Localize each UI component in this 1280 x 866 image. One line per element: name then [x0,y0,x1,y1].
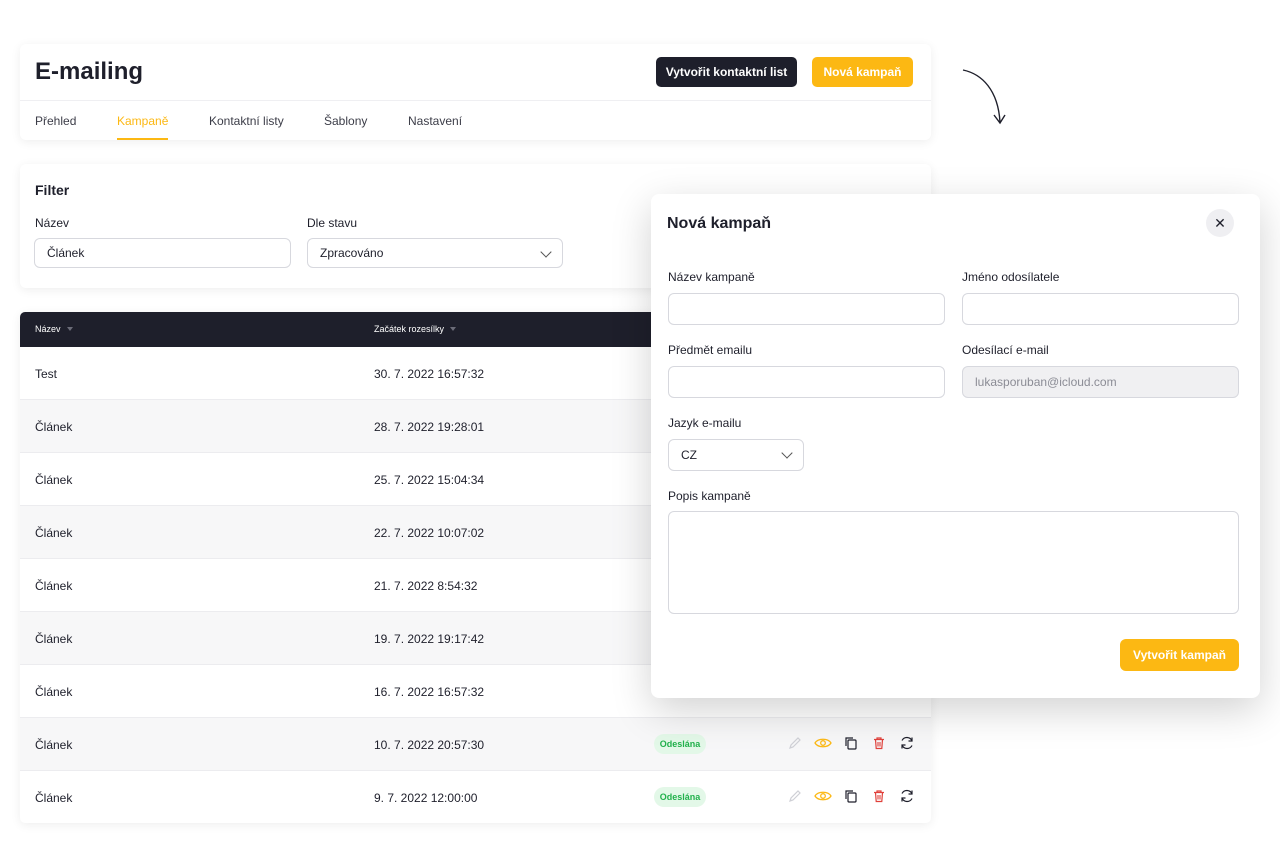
language-value: CZ [681,448,697,462]
tab-campaigns[interactable]: Kampaně [117,114,168,128]
cell-start: 10. 7. 2022 20:57:30 [374,738,485,752]
cell-name: Článek [35,526,73,540]
column-header-name[interactable]: Název [35,324,73,334]
language-select[interactable]: CZ [668,439,804,471]
cell-start: 28. 7. 2022 19:28:01 [374,420,485,434]
chevron-down-icon [540,246,552,258]
refresh-icon[interactable] [898,734,916,752]
eye-icon[interactable] [814,787,832,805]
filter-status-value: Zpracováno [320,246,384,260]
cell-start: 25. 7. 2022 15:04:34 [374,473,485,487]
active-tab-indicator [117,138,168,140]
status-badge: Odeslána [654,787,706,807]
cell-name: Článek [35,738,73,752]
cell-start: 30. 7. 2022 16:57:32 [374,367,485,381]
sender-name-input[interactable] [962,293,1239,325]
header-card: E-mailing Vytvořit kontaktní list Nová k… [20,44,931,140]
table-row[interactable]: Článek 10. 7. 2022 20:57:30 Odeslána [20,718,931,771]
subject-input[interactable] [668,366,945,398]
sender-email-input: lukasporuban@icloud.com [962,366,1239,398]
status-badge: Odeslána [654,734,706,754]
cell-name: Článek [35,791,73,805]
create-campaign-button[interactable]: Vytvořit kampaň [1120,639,1239,671]
pencil-icon[interactable] [786,787,804,805]
campaign-name-label: Název kampaně [668,270,755,284]
sender-name-label: Jméno odosílatele [962,270,1060,284]
cell-name: Test [35,367,58,381]
filter-status-label: Dle stavu [307,216,358,230]
new-campaign-modal: Nová kampaň ✕ Název kampaně Jméno odosíl… [651,194,1260,698]
subject-label: Předmět emailu [668,343,753,357]
cell-name: Článek [35,632,73,646]
column-header-start[interactable]: Začátek rozesílky [374,324,457,334]
chevron-down-icon [781,447,793,459]
page-title: E-mailing [35,58,144,85]
filter-name-input[interactable]: Článek [34,238,291,268]
cell-name: Článek [35,473,73,487]
tab-templates[interactable]: Šablony [324,114,367,128]
cell-name: Článek [35,579,73,593]
copy-icon[interactable] [842,787,860,805]
modal-title: Nová kampaň [667,215,772,232]
column-header-start-label: Začátek rozesílky [374,324,445,334]
trash-icon[interactable] [870,734,888,752]
description-textarea[interactable] [668,511,1239,614]
filter-title: Filter [35,182,70,198]
cell-name: Článek [35,685,73,699]
sort-icon [450,327,457,331]
description-label: Popis kampaně [668,489,751,503]
column-header-name-label: Název [35,324,61,334]
refresh-icon[interactable] [898,787,916,805]
pencil-icon[interactable] [786,734,804,752]
tab-settings[interactable]: Nastavení [408,114,462,128]
curved-arrow-icon [962,69,1006,125]
sender-email-label: Odesílací e-mail [962,343,1049,357]
sort-icon [66,327,73,331]
cell-start: 16. 7. 2022 16:57:32 [374,685,485,699]
filter-status-select[interactable]: Zpracováno [307,238,563,268]
tab-contact-lists[interactable]: Kontaktní listy [209,114,284,128]
table-row[interactable]: Článek 9. 7. 2022 12:00:00 Odeslána [20,771,931,823]
cell-start: 21. 7. 2022 8:54:32 [374,579,478,593]
tab-overview[interactable]: Přehled [35,114,76,128]
create-contact-list-button[interactable]: Vytvořit kontaktní list [656,57,797,87]
language-label: Jazyk e-mailu [668,416,742,430]
row-actions [786,734,916,752]
header-divider [20,100,931,101]
filter-name-label: Název [35,216,70,230]
close-icon[interactable]: ✕ [1206,209,1234,237]
campaign-name-input[interactable] [668,293,945,325]
eye-icon[interactable] [814,734,832,752]
cell-name: Článek [35,420,73,434]
copy-icon[interactable] [842,734,860,752]
trash-icon[interactable] [870,787,888,805]
cell-start: 22. 7. 2022 10:07:02 [374,526,485,540]
row-actions [786,787,916,805]
cell-start: 9. 7. 2022 12:00:00 [374,791,478,805]
new-campaign-button[interactable]: Nová kampaň [812,57,913,87]
cell-start: 19. 7. 2022 19:17:42 [374,632,485,646]
